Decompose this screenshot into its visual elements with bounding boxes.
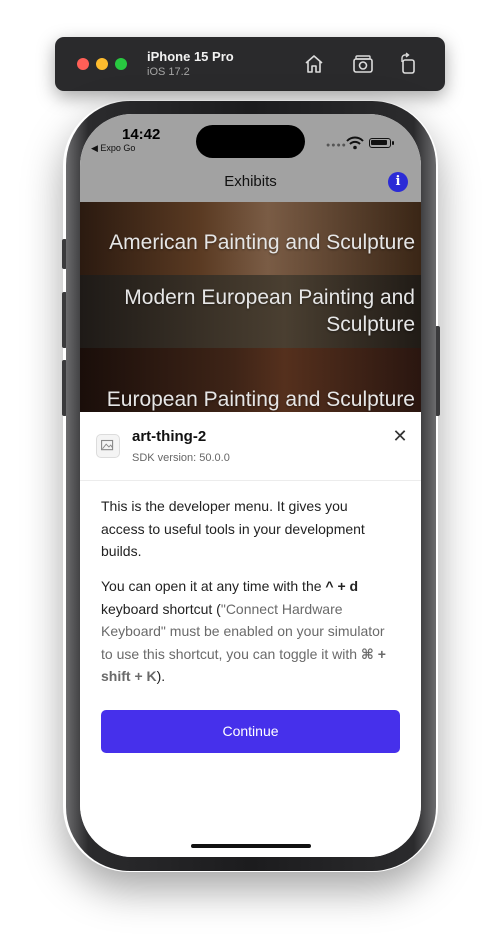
- shortcut-suffix: ).: [156, 668, 166, 684]
- app-icon: [96, 434, 120, 458]
- rotate-icon[interactable]: [396, 52, 420, 76]
- intro-text: This is the developer menu. It gives you…: [101, 498, 365, 559]
- dynamic-island: [196, 125, 305, 158]
- exhibit-card-modern-european[interactable]: Modern European Painting and Sculpture: [80, 275, 421, 348]
- close-icon[interactable]: ✕: [390, 426, 410, 446]
- developer-menu-sheet: art-thing-2 SDK version: 50.0.0 ✕ This i…: [80, 412, 421, 857]
- status-and-nav-bar: 14:42 ◀ Expo Go ●●●● Exhibits i: [80, 114, 421, 202]
- home-icon[interactable]: [302, 52, 326, 76]
- shortcut-prefix: You can open it at any time with the: [101, 578, 326, 594]
- back-to-expo-go-link[interactable]: ◀ Expo Go: [91, 143, 135, 154]
- sdk-version: SDK version: 50.0.0: [132, 452, 230, 464]
- continue-button[interactable]: Continue: [101, 710, 400, 753]
- exhibit-card-american[interactable]: American Painting and Sculpture: [80, 202, 421, 275]
- app-name: art-thing-2: [132, 428, 207, 445]
- window-close-button[interactable]: [77, 58, 89, 70]
- exhibit-label: European Painting and Sculpture: [106, 388, 415, 411]
- device-name: iPhone 15 Pro: [147, 49, 234, 64]
- exhibit-card-european[interactable]: European Painting and Sculpture: [80, 348, 421, 412]
- exhibit-label: American Painting and Sculpture: [109, 231, 415, 254]
- wifi-icon: [346, 136, 364, 150]
- info-icon[interactable]: i: [388, 172, 408, 192]
- cellular-signal-icon: ●●●●: [326, 142, 347, 149]
- shortcut-key: ^ + d: [325, 578, 359, 594]
- phone-screen: 14:42 ◀ Expo Go ●●●● Exhibits i American…: [80, 114, 421, 857]
- shortcut-middle: keyboard shortcut (: [101, 600, 221, 617]
- exhibit-label: Modern European Painting and Sculpture: [124, 286, 415, 336]
- os-version: iOS 17.2: [147, 66, 190, 78]
- simulator-toolbar: iPhone 15 Pro iOS 17.2: [55, 37, 445, 91]
- battery-icon: [369, 138, 394, 148]
- shortcut-text: You can open it at any time with the ^ +…: [101, 575, 391, 688]
- home-indicator[interactable]: [191, 844, 311, 848]
- status-time: 14:42: [122, 126, 161, 143]
- divider: [80, 480, 421, 481]
- window-minimize-button[interactable]: [96, 58, 108, 70]
- screenshot-icon[interactable]: [351, 52, 375, 76]
- nav-title: Exhibits: [224, 173, 277, 190]
- window-zoom-button[interactable]: [115, 58, 127, 70]
